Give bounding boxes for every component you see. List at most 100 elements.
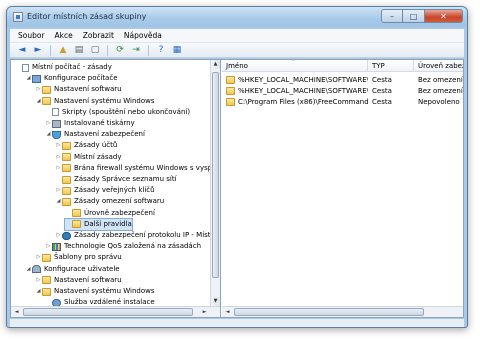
collapse-icon[interactable]: ◢: [25, 264, 32, 275]
expand-icon[interactable]: ▷: [55, 152, 62, 163]
maximize-button[interactable]: □: [403, 9, 425, 23]
folder-icon: [42, 287, 51, 296]
caption-buttons: – □ ✕: [381, 9, 463, 23]
menu-action[interactable]: Akce: [50, 31, 78, 40]
tree-item-label: Zásady veřejných klíčů: [74, 186, 155, 195]
collapse-icon[interactable]: ◢: [35, 286, 42, 297]
expand-icon[interactable]: ▷: [45, 241, 52, 252]
tree-item[interactable]: ◢ Konfigurace uživatele: [25, 264, 120, 275]
menu-help[interactable]: Nápověda: [119, 31, 167, 40]
tree-horizontal-scrollbar[interactable]: ◄ ►: [11, 306, 220, 317]
properties-icon[interactable]: ▦: [170, 44, 184, 56]
tree-item-label: Instalované tiskárny: [64, 119, 135, 127]
folder-icon: [62, 141, 71, 150]
column-header-security-level[interactable]: Úroveň zabezp: [414, 60, 463, 72]
tree-item-label: Zásady účtů: [74, 141, 118, 150]
expand-icon[interactable]: ▷: [55, 230, 62, 241]
tree-item[interactable]: ▷ Technologie QoS založená na zásadách: [45, 241, 201, 252]
tree-item[interactable]: ▷ Nastavení softwaru: [35, 275, 122, 286]
tree-item[interactable]: ▷ Šablony pro správu: [35, 252, 122, 263]
cell-text: Bez omezení: [418, 76, 463, 84]
minimize-button[interactable]: –: [381, 9, 403, 23]
folder-icon: [62, 153, 71, 162]
export-icon[interactable]: ⇥: [129, 44, 143, 56]
cell-text: Cesta: [372, 87, 392, 95]
menu-view[interactable]: Zobrazit: [78, 31, 119, 40]
toolbar-separator: [107, 44, 108, 56]
toolbar: ◄ ► ▲ ▤ ▢ ⟳ ⇥? ▦: [10, 42, 464, 58]
tree-item[interactable]: Úrovně zabezpečení: [65, 208, 155, 219]
tree-item-label: Brána firewall systému Windows s vyspělý: [74, 163, 221, 172]
list-row[interactable]: %HKEY_LOCAL_MACHINE\SOFTWARE\... Cesta Bez…: [222, 86, 463, 96]
expand-icon[interactable]: ▷: [45, 118, 52, 129]
tree-item[interactable]: Místní počítač - zásady: [15, 62, 112, 73]
collapse-icon[interactable]: ◢: [25, 73, 32, 84]
folder-icon: [42, 97, 51, 106]
title-bar[interactable]: Editor místních zásad skupiny – □ ✕: [7, 7, 467, 27]
tree-item[interactable]: ◢ Nastavení zabezpečení: [45, 129, 145, 140]
folder-icon: [62, 164, 71, 173]
path-rule-icon: [226, 76, 235, 84]
tree-item[interactable]: Skripty (spouštění nebo ukončování): [45, 107, 190, 118]
tree-item[interactable]: ◢ Konfigurace počítače: [25, 73, 118, 84]
tree-item[interactable]: ◢ Nastavení systému Windows: [35, 96, 154, 107]
expand-icon[interactable]: ▷: [55, 185, 62, 196]
close-button[interactable]: ✕: [425, 9, 463, 23]
folder-icon: [62, 186, 71, 195]
scroll-right-arrow[interactable]: ►: [462, 308, 463, 317]
tree-vertical-scrollbar[interactable]: ▲ ▼: [210, 60, 220, 306]
help-icon[interactable]: ?: [154, 44, 168, 56]
tree-item[interactable]: ▷ Brána firewall systému Windows s vyspěl…: [55, 163, 221, 174]
collapse-icon[interactable]: ◢: [45, 129, 52, 140]
expand-icon[interactable]: ▷: [55, 163, 62, 174]
scroll-thumb[interactable]: [212, 72, 219, 278]
up-folder-icon[interactable]: ▲: [56, 44, 70, 56]
tree-item[interactable]: ◢ Zásady omezení softwaru: [55, 196, 164, 207]
scroll-thumb[interactable]: [234, 308, 424, 316]
column-header-name[interactable]: Jméno ˄: [222, 60, 368, 72]
menu-file[interactable]: Soubor: [13, 31, 50, 40]
scroll-thumb[interactable]: [23, 308, 193, 316]
tree-item[interactable]: ▷ Zásady veřejných klíčů: [55, 185, 155, 196]
tree-item[interactable]: ◢ Nastavení systému Windows: [35, 286, 154, 297]
tree-item-label: Šablony pro správu: [54, 253, 122, 262]
expand-icon[interactable]: ▷: [55, 140, 62, 151]
list-row[interactable]: C:\Program Files (x86)\FreeCommander Cest…: [222, 97, 463, 107]
tree-item-label: Nastavení systému Windows: [54, 287, 155, 295]
tree-pane: Místní počítač - zásady ◢ Konfigurace počí…: [11, 60, 221, 317]
tree-item[interactable]: ▷ Místní zásady: [55, 152, 121, 163]
collapse-icon[interactable]: ◢: [35, 96, 42, 107]
forward-icon[interactable]: ►: [31, 44, 45, 56]
tree-item-selected[interactable]: Další pravidla: [64, 217, 133, 231]
column-header-type[interactable]: TYP: [368, 60, 414, 72]
tree-item-label: Místní počítač - zásady: [32, 63, 112, 71]
tree-item[interactable]: ▷ Zásady zabezpečení protokolu IP - Místn…: [55, 230, 220, 241]
expand-icon[interactable]: ▷: [35, 275, 42, 286]
refresh-icon[interactable]: ⟳: [113, 44, 127, 56]
expand-icon[interactable]: ▷: [35, 252, 42, 263]
tree-item[interactable]: ▷ Zásady účtů: [55, 140, 117, 151]
scroll-down-arrow[interactable]: ▼: [211, 297, 220, 306]
expand-icon[interactable]: ▷: [35, 84, 42, 95]
new-window-icon[interactable]: ▢: [88, 44, 102, 56]
tree-item-label: Konfigurace uživatele: [44, 264, 120, 273]
path-rule-icon: [226, 87, 235, 95]
list-horizontal-scrollbar[interactable]: ◄ ►: [222, 306, 463, 317]
scroll-left-arrow[interactable]: ◄: [223, 308, 232, 317]
scroll-left-arrow[interactable]: ◄: [12, 308, 21, 317]
cell-text: Cesta: [372, 98, 392, 106]
scroll-up-arrow[interactable]: ▲: [211, 60, 220, 69]
tree-item[interactable]: ▷ Nastavení softwaru: [35, 84, 122, 95]
tree-item-label: Nastavení softwaru: [54, 275, 122, 284]
scroll-right-arrow[interactable]: ►: [200, 308, 209, 317]
tree-item[interactable]: ▷ Instalované tiskárny: [45, 118, 135, 129]
collapse-icon[interactable]: ◢: [55, 196, 62, 207]
tree-item[interactable]: Zásady Správce seznamu sítí: [55, 174, 177, 185]
folder-icon: [42, 253, 51, 262]
tree-item-label: Skripty (spouštění nebo ukončování): [62, 107, 191, 116]
back-icon[interactable]: ◄: [15, 44, 29, 56]
sort-ascending-icon: ˄: [292, 60, 295, 66]
cell-text: Bez omezení: [418, 87, 463, 95]
list-row[interactable]: %HKEY_LOCAL_MACHINE\SOFTWARE\... Cesta Bez…: [222, 75, 463, 85]
show-tree-icon[interactable]: ▤: [72, 44, 86, 56]
